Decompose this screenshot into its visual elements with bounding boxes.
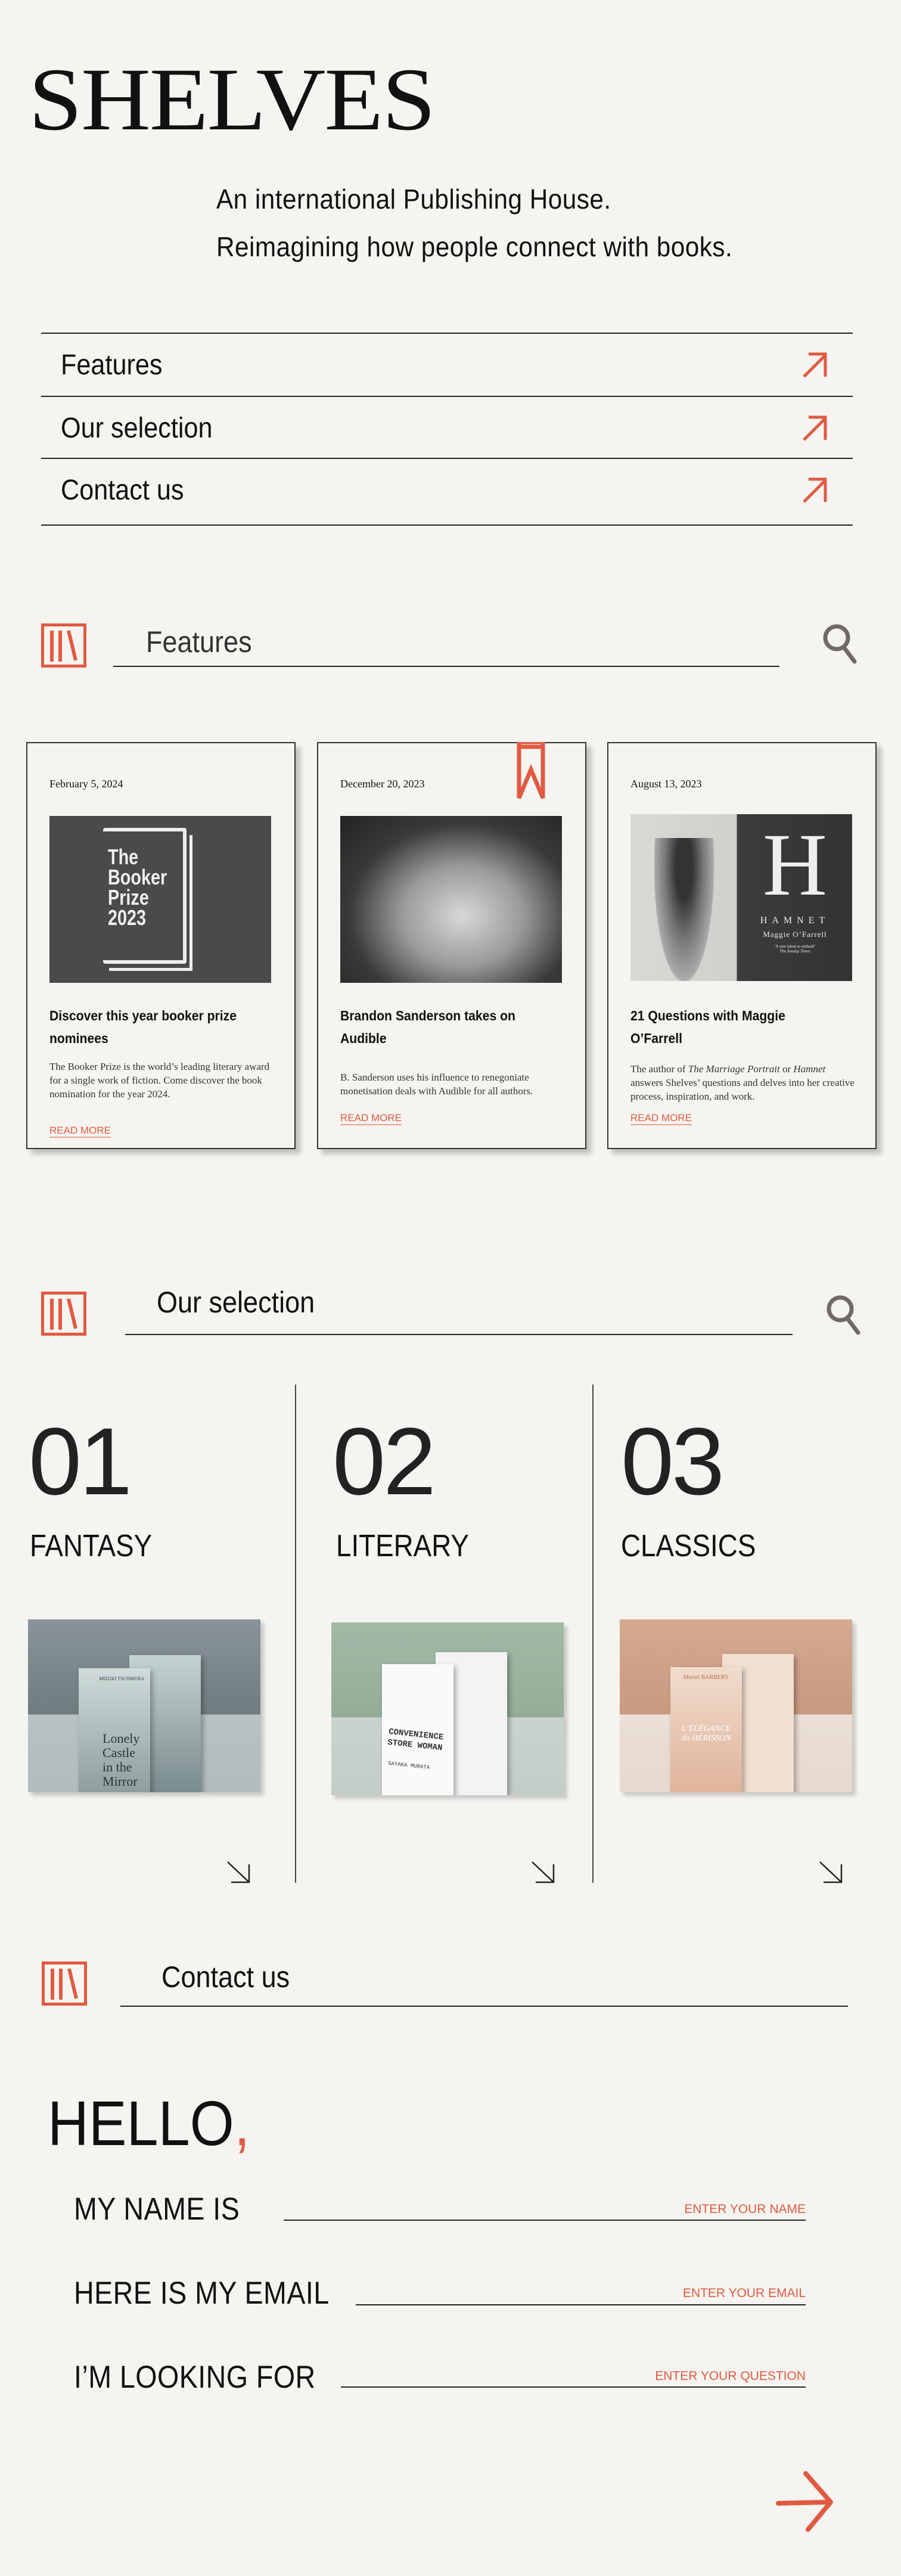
arrow-down-right-icon[interactable]: [531, 1861, 556, 1885]
email-label: HERE IS MY EMAIL: [74, 2276, 330, 2311]
image-text: 2023: [108, 905, 147, 930]
category-number: 01: [29, 1408, 132, 1514]
nav-item-our-selection[interactable]: Our selection: [41, 397, 853, 459]
arrow-down-right-icon[interactable]: [819, 1861, 844, 1885]
field-underline: [356, 2304, 806, 2305]
card-date: August 13, 2023: [630, 778, 702, 790]
category-name[interactable]: CLASSICS: [621, 1531, 756, 1562]
author-photo: [340, 816, 562, 983]
shelves-icon: [41, 623, 86, 668]
image-text: The Sunday Times: [779, 949, 810, 954]
section-title: Contact us: [161, 1960, 290, 1994]
tagline-line-2: Reimagining how people connect with book…: [216, 231, 733, 262]
read-more-link[interactable]: READ MORE: [340, 1112, 402, 1125]
card-body: B. Sanderson uses his influence to reneg…: [340, 1072, 533, 1097]
column-divider: [295, 1385, 296, 1883]
card-body: The author of The Marriage Portrait or H…: [630, 1063, 855, 1102]
search-icon[interactable]: [821, 622, 859, 665]
book-title: L’ÉLÉGANCE du HÉRISSON: [681, 1724, 731, 1743]
question-label: I’M LOOKING FOR: [74, 2360, 316, 2395]
card-date: February 5, 2024: [49, 778, 123, 790]
divider: [120, 2006, 848, 2007]
image-text: The: [108, 845, 139, 869]
column-divider: [592, 1385, 594, 1883]
card-body: The Booker Prize is the world’s leading …: [49, 1061, 270, 1100]
divider: [125, 1334, 793, 1335]
question-input[interactable]: [341, 2367, 806, 2385]
category-name[interactable]: LITERARY: [336, 1531, 469, 1562]
read-more-link[interactable]: READ MORE: [49, 1125, 111, 1138]
book-image-classics[interactable]: Muriel BARBERY L’ÉLÉGANCE du HÉRISSON: [620, 1619, 852, 1792]
image-text: H: [762, 815, 828, 914]
field-underline: [341, 2386, 806, 2388]
read-more-link[interactable]: READ MORE: [630, 1112, 692, 1125]
feature-card[interactable]: February 5, 2024 The Booker Prize 2023 D…: [26, 742, 296, 1149]
hello-heading: HELLO,: [48, 2088, 250, 2159]
name-label: MY NAME IS: [74, 2192, 240, 2227]
logo[interactable]: SHELVES: [29, 55, 436, 144]
book-image-fantasy[interactable]: MIZUKI TSUJIMURA Lonely Castle in the Mi…: [28, 1619, 260, 1792]
book-title: CONVENIENCE STORE WOMAN: [387, 1727, 444, 1753]
card-title[interactable]: Discover this year booker prize nominees: [49, 1004, 258, 1050]
nav-label: Contact us: [61, 474, 184, 506]
category-name[interactable]: FANTASY: [30, 1531, 152, 1562]
book-author: MIZUKI TSUJIMURA: [99, 1676, 144, 1681]
feature-card[interactable]: August 13, 2023 H HAMNET Maggie O’Farrel…: [607, 742, 877, 1149]
field-underline: [284, 2220, 806, 2221]
arrow-up-right-icon: [803, 352, 827, 378]
booker-prize-image: The Booker Prize 2023: [49, 816, 271, 983]
book-author: SAYAKA MURATA: [387, 1760, 430, 1771]
bookmark-icon[interactable]: [517, 742, 545, 800]
book-image-literary[interactable]: CONVENIENCE STORE WOMAN SAYAKA MURATA: [331, 1622, 564, 1795]
feature-card[interactable]: December 20, 2023 Brandon Sanderson take…: [317, 742, 586, 1149]
nav-label: Features: [61, 349, 163, 381]
section-title: Our selection: [157, 1286, 315, 1319]
card-title[interactable]: Brandon Sanderson takes on Audible: [340, 1004, 549, 1050]
image-text: Maggie O’Farrell: [763, 930, 827, 939]
tagline-line-1: An international Publishing House.: [216, 184, 611, 215]
submit-arrow-icon[interactable]: [775, 2470, 837, 2532]
book-author: Muriel BARBERY: [683, 1674, 729, 1681]
hamnet-image: H HAMNET Maggie O’Farrell ‘A rare talent…: [630, 814, 852, 981]
shelves-icon: [42, 1962, 87, 2006]
book-title: Lonely Castle in the Mirror: [102, 1731, 140, 1789]
shelves-icon: [41, 1292, 86, 1336]
nav-label: Our selection: [61, 412, 213, 444]
image-text: Prize: [108, 885, 149, 910]
divider: [113, 666, 779, 667]
nav-item-features[interactable]: Features: [41, 334, 853, 396]
image-text: HAMNET: [760, 915, 830, 926]
divider: [41, 524, 853, 526]
card-date: December 20, 2023: [340, 778, 425, 790]
category-number: 02: [333, 1408, 436, 1514]
arrow-up-right-icon: [803, 415, 827, 441]
nav-item-contact-us[interactable]: Contact us: [41, 459, 853, 521]
search-icon[interactable]: [825, 1293, 863, 1336]
section-title: Features: [146, 625, 252, 659]
card-title[interactable]: 21 Questions with Maggie O’Farrell: [630, 1004, 839, 1050]
arrow-up-right-icon: [803, 477, 827, 503]
image-text: ‘A rare talent to enthrall’: [774, 944, 816, 949]
image-text: Booker: [108, 865, 167, 889]
category-number: 03: [621, 1408, 725, 1514]
arrow-down-right-icon[interactable]: [226, 1861, 251, 1885]
name-input[interactable]: [284, 2201, 806, 2218]
email-input[interactable]: [356, 2285, 806, 2302]
